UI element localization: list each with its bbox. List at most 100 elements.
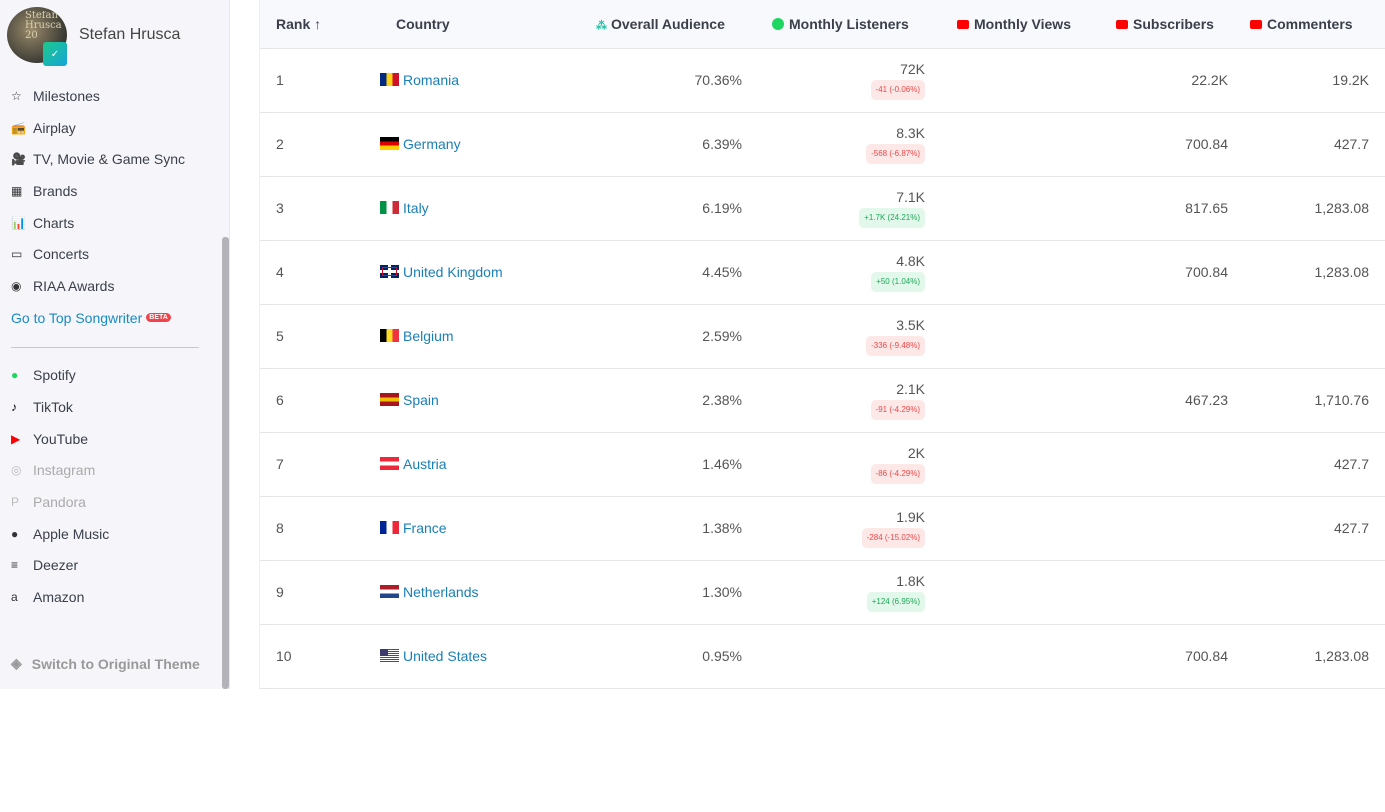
audience-icon: ⁂: [596, 19, 607, 32]
sidebar-nav: ☆ Milestones 📻 Airplay 🎥 TV, Movie & Game Syn…: [11, 80, 211, 613]
commenters: 1,283.08: [1244, 624, 1385, 689]
monthly-listeners: 3.5K -336 (-9.48%): [758, 304, 941, 369]
flag-icon: [380, 265, 399, 278]
country-link[interactable]: Netherlands: [403, 584, 479, 600]
sidebar-item-riaa-awards[interactable]: ◉ RIAA Awards: [11, 270, 211, 302]
table-row: 6 Spain 2.38% 2.1K -91 (-4.29%) 467.23 1,…: [260, 368, 1385, 433]
table-header: Rank ↑ Country ⁂ Overall Audience Monthly…: [260, 0, 1385, 49]
video-camera-icon: 🎥: [11, 152, 26, 167]
riaa-icon: ◉: [11, 278, 22, 293]
commenters: 19.2K: [1244, 48, 1385, 113]
sidebar-item-brands[interactable]: ▦ Brands: [11, 175, 211, 207]
commenters: [1244, 560, 1385, 625]
monthly-views: [941, 304, 1100, 369]
sidebar-scrollbar[interactable]: [222, 237, 229, 689]
sidebar-item-tiktok[interactable]: ♪ TikTok: [11, 391, 211, 423]
monthly-listeners: 2.1K -91 (-4.29%): [758, 368, 941, 433]
sort-asc-icon: ↑: [314, 15, 322, 32]
youtube-icon: ▶: [11, 431, 21, 446]
table-row: 3 Italy 6.19% 7.1K +1.7K (24.21%) 817.65 …: [260, 176, 1385, 241]
apple-icon: ●: [11, 526, 19, 541]
col-rank[interactable]: Rank ↑: [260, 0, 380, 49]
flag-icon: [380, 457, 399, 470]
table-row: 8 France 1.38% 1.9K -284 (-15.02%) 427.7: [260, 496, 1385, 561]
radio-icon: 📻: [11, 120, 26, 135]
sidebar-item-apple-music[interactable]: ● Apple Music: [11, 518, 211, 550]
monthly-listeners: 4.8K +50 (1.04%): [758, 240, 941, 305]
commenters: 1,283.08: [1244, 240, 1385, 305]
country-link[interactable]: United States: [403, 648, 487, 664]
country-link[interactable]: Romania: [403, 72, 459, 88]
sidebar-item-deezer[interactable]: ≡ Deezer: [11, 550, 211, 582]
country-link[interactable]: France: [403, 520, 447, 536]
commenters: [1244, 304, 1385, 369]
monthly-views: [941, 496, 1100, 561]
avatar: Stefan Hrusca 20 ✓: [7, 7, 67, 66]
switch-theme-button[interactable]: ◈ Switch to Original Theme: [11, 655, 200, 672]
listener-change-badge: -86 (-4.29%): [870, 463, 925, 484]
table-row: 2 Germany 6.39% 8.3K -568 (-6.87%) 700.84…: [260, 112, 1385, 177]
country-link[interactable]: United Kingdom: [403, 264, 503, 280]
rank: 3: [260, 176, 380, 241]
spotify-icon: [772, 17, 784, 30]
sidebar-item-concerts[interactable]: ▭ Concerts: [11, 238, 211, 270]
rank: 7: [260, 432, 380, 497]
sidebar-item-pandora[interactable]: P Pandora: [11, 486, 211, 518]
rank: 1: [260, 48, 380, 113]
ticket-icon: ▭: [11, 247, 23, 262]
flag-icon: [380, 73, 399, 86]
country-table: Rank ↑ Country ⁂ Overall Audience Monthly…: [259, 0, 1385, 689]
layers-icon: ◈: [11, 655, 22, 671]
rank: 2: [260, 112, 380, 177]
col-monthly-listeners[interactable]: Monthly Listeners: [758, 0, 941, 49]
country-link[interactable]: Belgium: [403, 328, 454, 344]
top-songwriter-link[interactable]: Go to Top Songwriter BETA: [11, 302, 211, 334]
commenters: 427.7: [1244, 112, 1385, 177]
verified-check-icon: ✓: [43, 42, 67, 66]
flag-icon: [380, 649, 399, 662]
country-link[interactable]: Germany: [403, 136, 461, 152]
country-link[interactable]: Austria: [403, 456, 447, 472]
overall-audience: 2.38%: [580, 368, 758, 433]
monthly-views: [941, 560, 1100, 625]
sidebar-item-airplay[interactable]: 📻 Airplay: [11, 112, 211, 144]
col-overall-audience[interactable]: ⁂ Overall Audience: [580, 0, 758, 49]
monthly-views: [941, 112, 1100, 177]
beta-badge: BETA: [146, 313, 171, 323]
col-monthly-views[interactable]: Monthly Views: [941, 0, 1100, 49]
rank: 4: [260, 240, 380, 305]
commenters: 427.7: [1244, 432, 1385, 497]
pandora-icon: P: [11, 495, 20, 510]
listener-change-badge: +1.7K (24.21%): [859, 207, 925, 228]
rank: 9: [260, 560, 380, 625]
chart-icon: 📊: [11, 215, 26, 230]
youtube-icon: [1250, 19, 1262, 29]
col-country[interactable]: Country: [380, 0, 580, 49]
table-row: 7 Austria 1.46% 2K -86 (-4.29%) 427.7: [260, 432, 1385, 497]
monthly-listeners: 7.1K +1.7K (24.21%): [758, 176, 941, 241]
avatar-album-text: Stefan Hrusca 20: [25, 11, 62, 41]
divider: [11, 346, 199, 348]
artist-profile[interactable]: Stefan Hrusca 20 ✓ Stefan Hrusca: [7, 7, 180, 66]
country-link[interactable]: Italy: [403, 200, 429, 216]
sidebar-item-milestones[interactable]: ☆ Milestones: [11, 80, 211, 112]
monthly-listeners: 1.8K +124 (6.95%): [758, 560, 941, 625]
country-link[interactable]: Spain: [403, 392, 439, 408]
col-commenters[interactable]: Commenters: [1244, 0, 1385, 49]
monthly-listeners: 8.3K -568 (-6.87%): [758, 112, 941, 177]
sidebar-item-amazon[interactable]: a Amazon: [11, 581, 211, 613]
flag-icon: [380, 521, 399, 534]
tiktok-icon: ♪: [11, 400, 17, 415]
flag-icon: [380, 329, 399, 342]
sidebar-item-youtube[interactable]: ▶ YouTube: [11, 423, 211, 455]
sidebar: Stefan Hrusca 20 ✓ Stefan Hrusca ☆ Milest…: [0, 0, 230, 689]
star-icon: ☆: [11, 88, 22, 103]
monthly-listeners: 1.9K -284 (-15.02%): [758, 496, 941, 561]
sidebar-item-instagram[interactable]: ◎ Instagram: [11, 455, 211, 487]
sidebar-item-tv-movie-game-sync[interactable]: 🎥 TV, Movie & Game Sync: [11, 143, 211, 175]
flag-icon: [380, 137, 399, 150]
sidebar-item-spotify[interactable]: ● Spotify: [11, 360, 211, 392]
sidebar-item-charts[interactable]: 📊 Charts: [11, 207, 211, 239]
col-subscribers[interactable]: Subscribers: [1100, 0, 1244, 49]
monthly-views: [941, 624, 1100, 689]
